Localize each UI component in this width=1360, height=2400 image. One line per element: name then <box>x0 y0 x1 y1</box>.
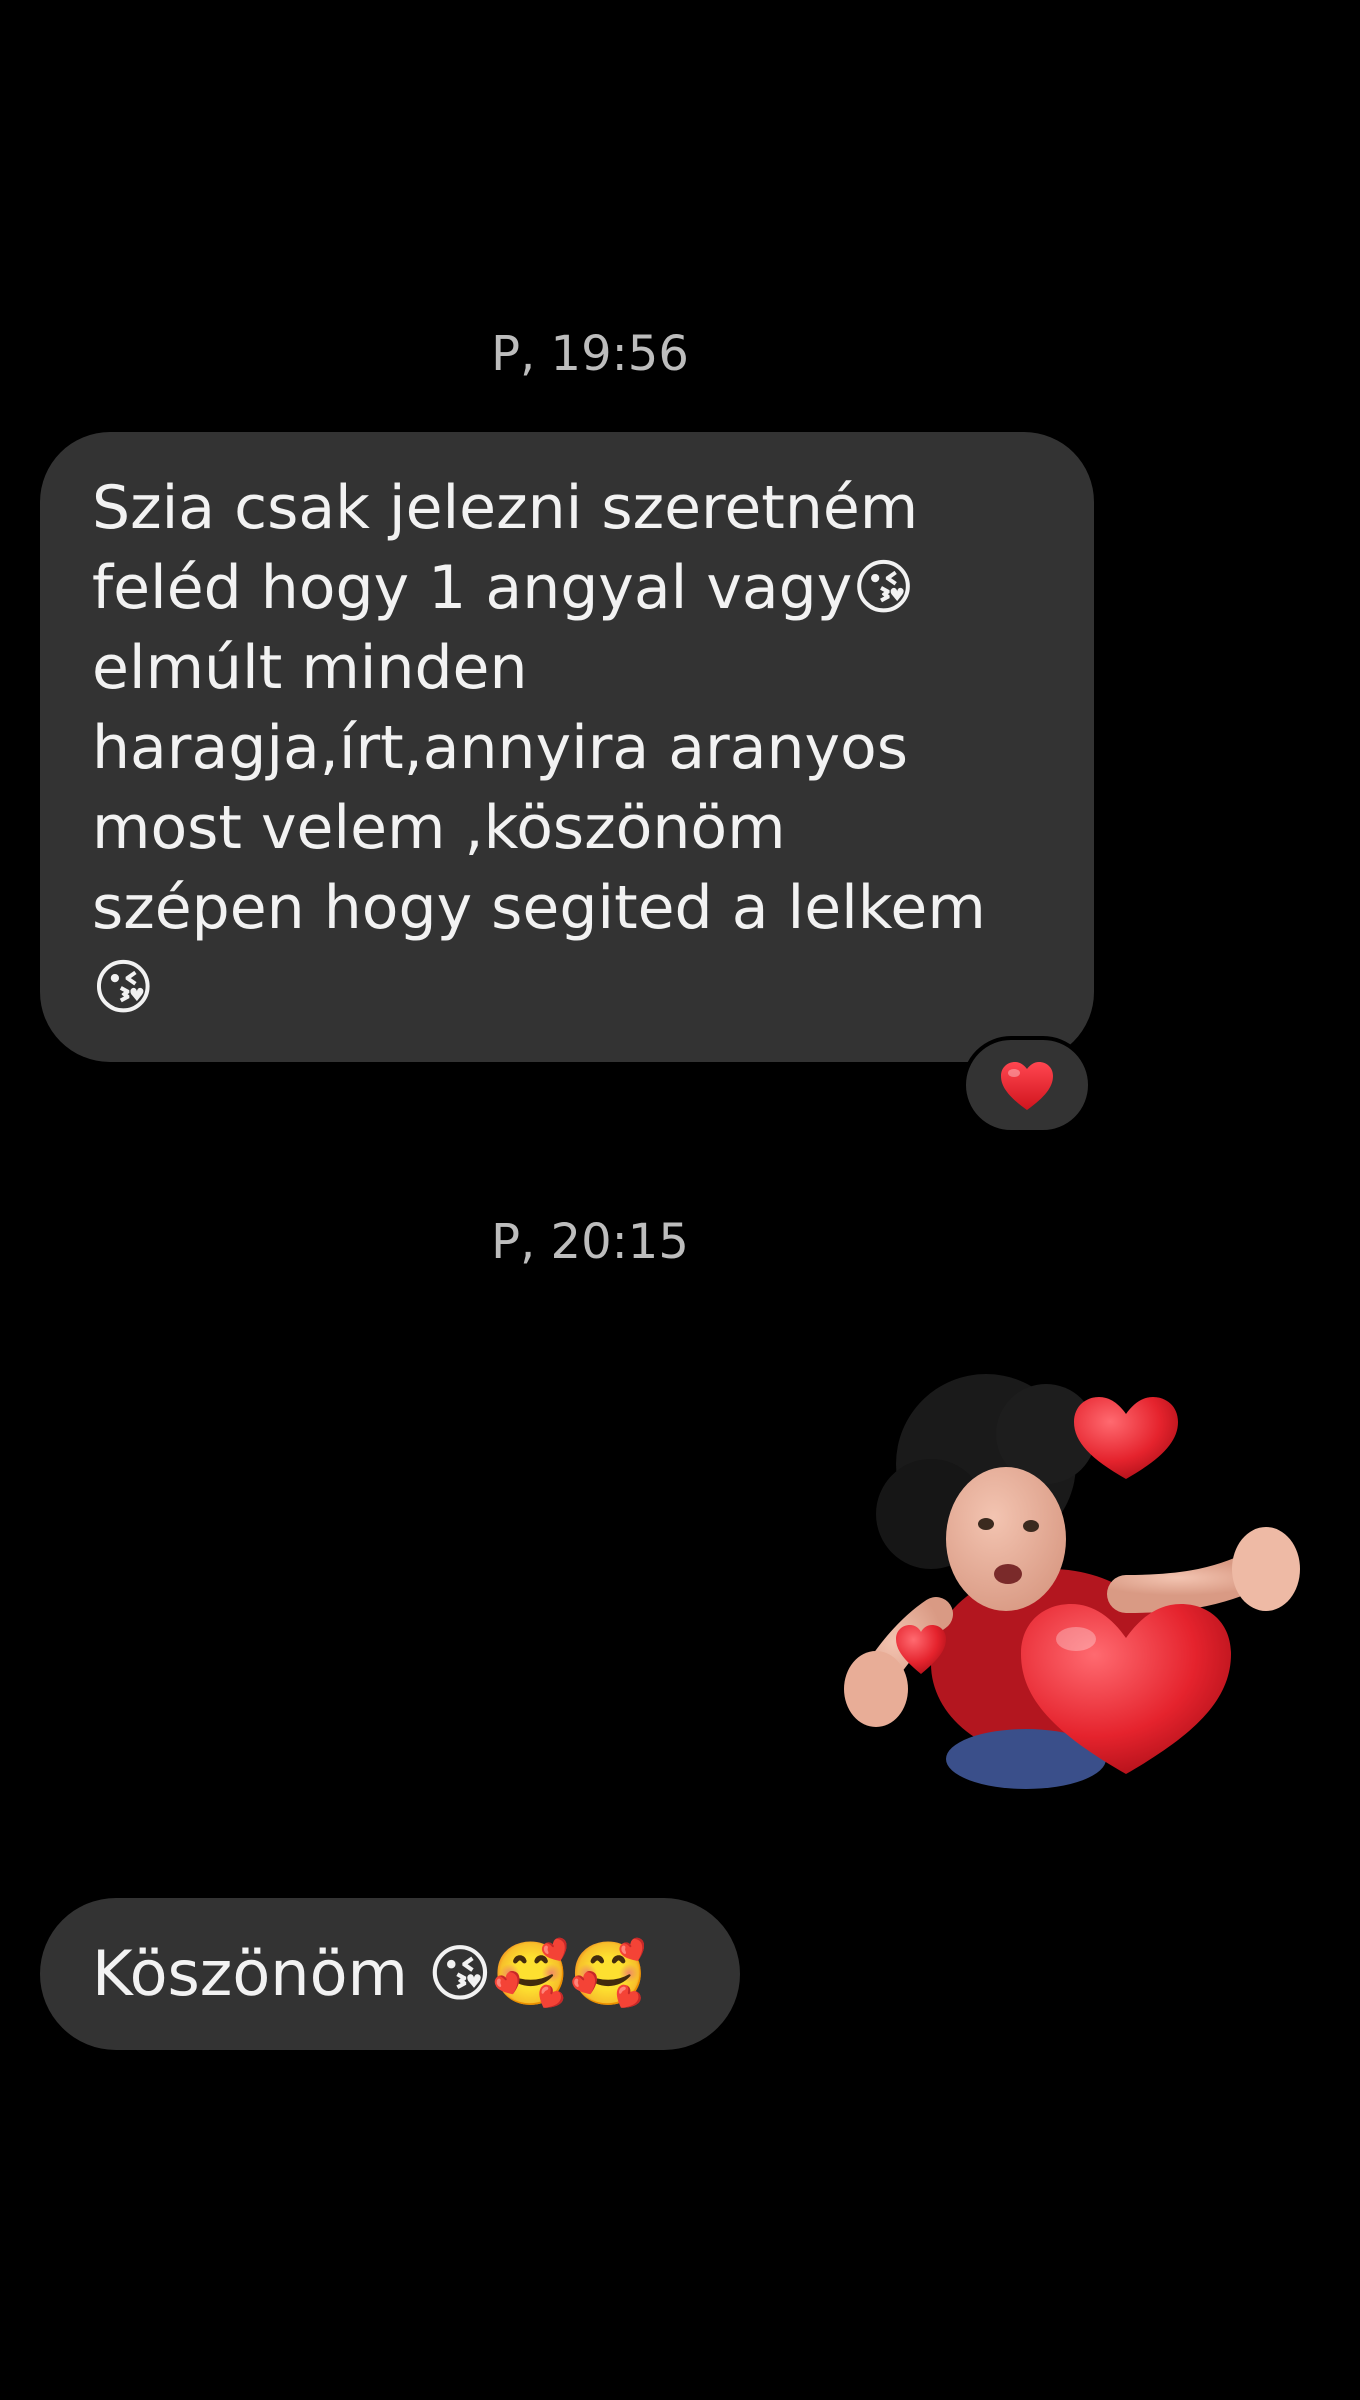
incoming-message-bubble[interactable]: Szia csak jelezni szeretném feléd hogy 1… <box>40 432 1094 1062</box>
message-reaction-badge[interactable] <box>962 1036 1092 1134</box>
incoming-message-bubble[interactable]: Köszönöm 😘🥰🥰 <box>40 1898 740 2050</box>
woman-with-hearts-sticker[interactable] <box>836 1364 1326 1804</box>
red-heart-icon <box>1001 1062 1053 1110</box>
message-timestamp: P, 19:56 <box>491 326 689 382</box>
message-timestamp: P, 20:15 <box>491 1214 689 1270</box>
